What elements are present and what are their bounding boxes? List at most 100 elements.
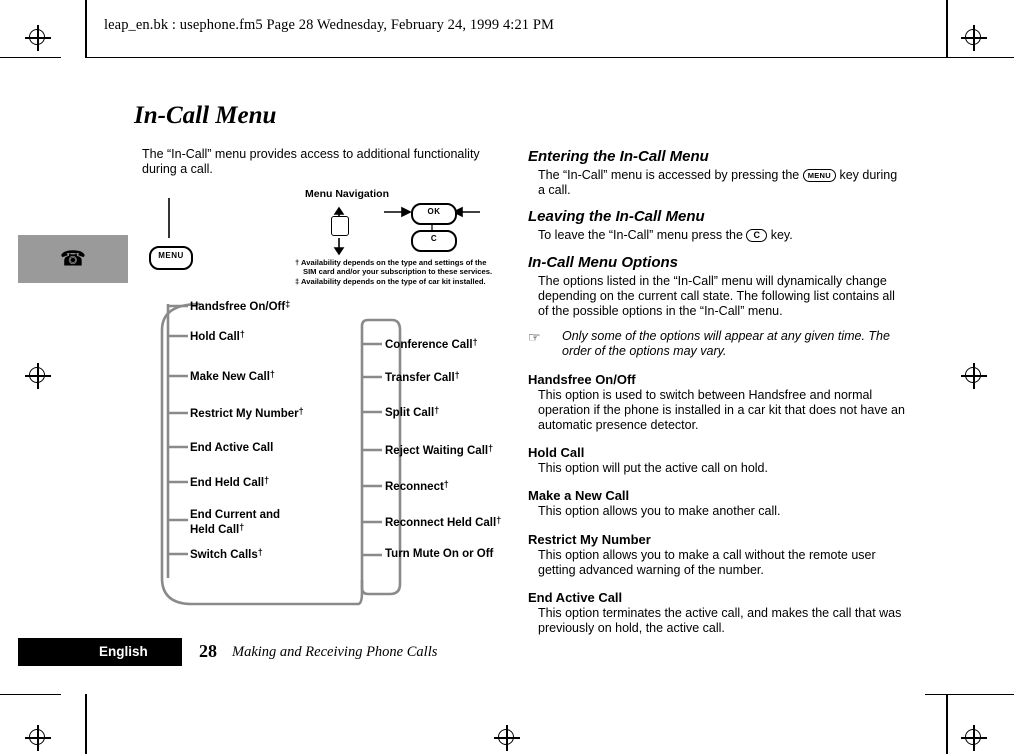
diagram-right-item-1-mark: †	[454, 370, 460, 380]
diagram-ok-key: OK	[411, 203, 457, 225]
crop-line-vertical-left	[85, 0, 87, 57]
paragraph-entering-in-call-menu: The “In-Call” menu is accessed by pressi…	[538, 168, 906, 198]
diagram-left-item-6: End Current and	[190, 509, 280, 521]
diagram-left-item-8-mark: †	[257, 547, 263, 557]
diagram-right-item-2-label: Split Call	[385, 407, 435, 419]
paragraph-hold-call: This option will put the active call on …	[538, 461, 768, 476]
heading-restrict-my-number: Restrict My Number	[528, 531, 651, 547]
diagram-right-item-3-mark: †	[488, 443, 494, 453]
entering-text-before: The “In-Call” menu is accessed by pressi…	[538, 168, 803, 182]
heading-hold-call: Hold Call	[528, 445, 585, 461]
paragraph-handsfree-on-off: This option is used to switch between Ha…	[538, 387, 905, 433]
diagram-left-item-4: End Active Call	[190, 440, 273, 454]
file-header-text: leap_en.bk : usephone.fm5 Page 28 Wednes…	[104, 17, 555, 33]
diagram-left-item-5-mark: †	[264, 475, 270, 485]
registration-mark-bottom-center	[494, 725, 520, 751]
diagram-left-item-3-mark: †	[298, 406, 304, 416]
diagram-right-item-0-label: Conference Call	[385, 339, 473, 351]
diagram-left-item-7-label: Held Call	[190, 524, 240, 536]
diagram-lines	[160, 198, 480, 606]
leaving-text-after: key.	[767, 228, 793, 243]
crop-line-bottom-right	[925, 694, 1014, 695]
diagram-c-key-label: C	[430, 234, 438, 243]
diagram-right-item-6-label: Turn Mute On or Off	[385, 548, 494, 560]
footer-section-title: Making and Receiving Phone Calls	[232, 644, 438, 660]
diagram-right-item-2: Split Call†	[385, 405, 439, 419]
document-page: leap_en.bk : usephone.fm5 Page 28 Wednes…	[0, 0, 1014, 754]
heading-leaving-in-call-menu: Leaving the In-Call Menu	[528, 208, 705, 226]
menu-navigation-diagram: MENU OK C Menu Navigation † Availability…	[140, 180, 520, 610]
diagram-right-item-1-label: Transfer Call	[385, 372, 455, 384]
diagram-left-item-5: End Held Call†	[190, 475, 269, 489]
menu-key-inline: MENU	[802, 169, 836, 182]
diagram-right-item-0: Conference Call†	[385, 337, 478, 351]
diagram-right-item-0-mark: †	[472, 337, 478, 347]
registration-mark-bottom-left	[25, 725, 51, 751]
diagram-left-item-2-label: Make New Call	[190, 371, 270, 383]
pointing-hand-icon: ☞	[528, 329, 541, 346]
diagram-left-item-2-mark: †	[269, 369, 275, 379]
diagram-left-item-5-label: End Held Call	[190, 477, 265, 489]
paragraph-restrict-my-number: This option allows you to make a call wi…	[538, 547, 876, 577]
diagram-left-item-8: Switch Calls†	[190, 547, 263, 561]
heading-in-call-menu-options: In-Call Menu Options	[528, 253, 678, 271]
crop-line-vertical-right-bottom	[946, 694, 948, 754]
diagram-left-item-0: Handsfree On/Off‡	[190, 299, 290, 313]
diagram-left-item-1: Hold Call†	[190, 329, 245, 343]
heading-make-a-new-call: Make a New Call	[528, 488, 630, 504]
diagram-left-item-1-mark: †	[239, 329, 245, 339]
diagram-menu-key-label: MENU	[158, 251, 184, 260]
header-rule	[85, 57, 946, 58]
diagram-left-item-6-label: End Current and	[190, 509, 281, 521]
heading-entering-in-call-menu: Entering the In-Call Menu	[528, 148, 709, 165]
registration-mark-top-right	[961, 25, 987, 51]
crop-line-bottom-left	[0, 694, 61, 695]
registration-mark-mid-right	[961, 363, 987, 389]
diagram-left-item-4-label: End Active Call	[190, 442, 274, 454]
diagram-right-item-6: Turn Mute On or Off	[385, 548, 493, 560]
diagram-footnote-3: ‡ Availability depends on the type of ca…	[295, 277, 486, 286]
registration-mark-top-left	[25, 25, 51, 51]
diagram-left-item-0-mark: ‡	[285, 299, 291, 309]
phone-icon: ☎	[59, 247, 87, 271]
paragraph-end-active-call: This option terminates the active call, …	[538, 606, 902, 636]
page-title: In-Call Menu	[134, 102, 277, 129]
c-key-inline: C	[746, 229, 768, 243]
paragraph-leaving-in-call-menu: To leave the “In-Call” menu press the C …	[538, 228, 906, 243]
paragraph-make-a-new-call: This option allows you to make another c…	[538, 504, 781, 519]
diagram-nav-title: Menu Navigation	[305, 188, 390, 200]
diagram-right-item-4-label: Reconnect	[385, 481, 444, 493]
diagram-right-item-1: Transfer Call†	[385, 370, 460, 384]
intro-paragraph: The “In-Call” menu provides access to ad…	[142, 147, 480, 176]
crop-line-top-left	[0, 57, 61, 58]
footer-page-number: 28	[199, 641, 217, 661]
diagram-right-item-2-mark: †	[434, 405, 440, 415]
diagram-footnote-2: SIM card and/or your subscription to the…	[303, 267, 493, 276]
heading-handsfree-on-off: Handsfree On/Off	[528, 371, 636, 387]
diagram-right-item-5-mark: †	[496, 515, 502, 525]
diagram-c-key: C	[411, 230, 457, 252]
diagram-right-item-3: Reject Waiting Call†	[385, 443, 493, 457]
registration-mark-mid-left	[25, 363, 51, 389]
diagram-right-item-5: Reconnect Held Call†	[385, 515, 501, 529]
section-thumb-tab: ☎	[18, 235, 128, 283]
leaving-text-before: To leave the “In-Call” menu press the	[538, 228, 747, 243]
note-options-availability: ☞ Only some of the options will appear at…	[528, 329, 906, 359]
note-text: Only some of the options will appear at …	[562, 329, 890, 359]
diagram-right-item-4: Reconnect†	[385, 479, 449, 493]
footer-language: English	[99, 644, 148, 659]
diagram-right-item-3-label: Reject Waiting Call	[385, 445, 489, 457]
diagram-left-item-7-mark: †	[239, 522, 245, 532]
crop-line-vertical-right	[946, 0, 948, 57]
heading-end-active-call: End Active Call	[528, 590, 623, 606]
diagram-right-item-5-label: Reconnect Held Call	[385, 517, 497, 529]
diagram-left-item-2: Make New Call†	[190, 369, 275, 383]
diagram-left-item-3-label: Restrict My Number	[190, 408, 299, 420]
diagram-right-item-4-mark: †	[443, 479, 449, 489]
diagram-left-item-3: Restrict My Number†	[190, 406, 304, 420]
diagram-menu-key: MENU	[149, 246, 193, 270]
diagram-updown-key	[331, 216, 349, 236]
diagram-left-item-8-label: Switch Calls	[190, 549, 258, 561]
crop-line-vertical-left-bottom	[85, 694, 87, 754]
diagram-left-item-7: Held Call†	[190, 522, 244, 536]
